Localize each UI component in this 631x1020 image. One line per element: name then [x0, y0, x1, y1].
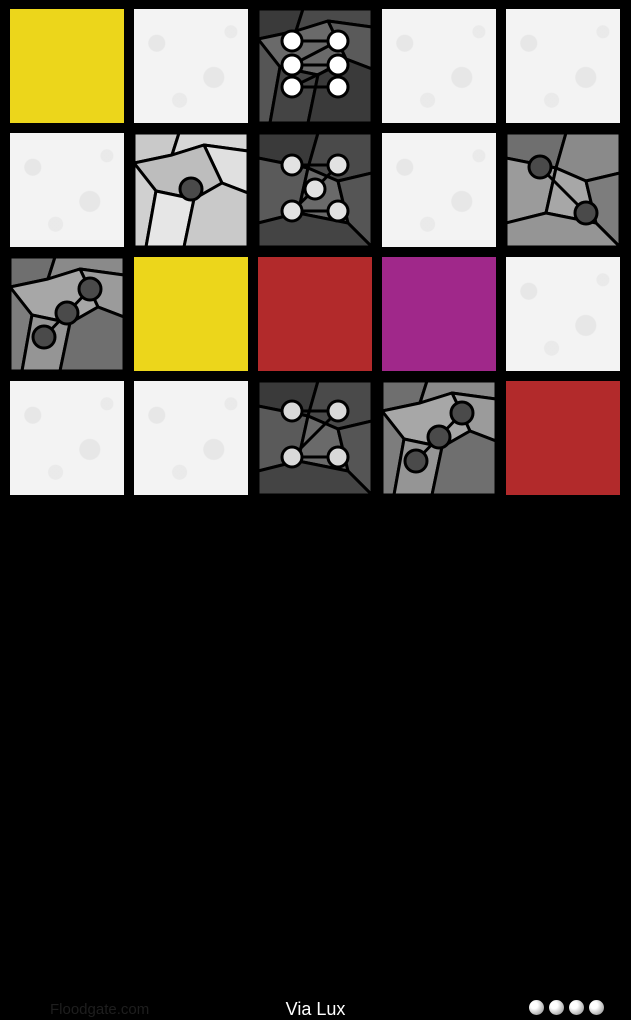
pattern-tile-four-dots[interactable] [258, 381, 372, 495]
tile-white[interactable] [10, 381, 124, 495]
pattern-tile-five-dots[interactable] [258, 133, 372, 247]
stained-glass-pattern [258, 133, 372, 247]
tile-yellow[interactable] [10, 9, 124, 123]
dot-marker [326, 75, 350, 99]
lives-indicator [529, 1000, 604, 1015]
tile-yellow[interactable] [134, 257, 248, 371]
dot-marker [280, 29, 304, 53]
dot-marker [326, 53, 350, 77]
tile-white[interactable] [134, 9, 248, 123]
dot-marker [280, 199, 304, 223]
life-orb-icon [529, 1000, 544, 1015]
pattern-tile-three-dots[interactable] [10, 257, 124, 371]
pattern-tile-three-dots[interactable] [382, 381, 496, 495]
tile-white[interactable] [382, 133, 496, 247]
tile-white[interactable] [506, 257, 620, 371]
dot-marker [31, 324, 57, 350]
footer-bar: Floodgate.com Via Lux [0, 497, 631, 1019]
dot-marker [280, 153, 304, 177]
tile-white[interactable] [134, 381, 248, 495]
dot-marker [403, 448, 429, 474]
stained-glass-pattern [10, 257, 124, 371]
dot-marker [303, 177, 327, 201]
tile-white[interactable] [10, 133, 124, 247]
dot-marker [449, 400, 475, 426]
life-orb-icon [569, 1000, 584, 1015]
dot-marker [280, 53, 304, 77]
pattern-tile-two-dots[interactable] [506, 133, 620, 247]
dot-marker [280, 399, 304, 423]
dot-marker [77, 276, 103, 302]
dot-marker [426, 424, 452, 450]
stained-glass-pattern [258, 9, 372, 123]
dot-marker [326, 445, 350, 469]
dot-marker [326, 199, 350, 223]
dot-marker [326, 153, 350, 177]
stained-glass-pattern [134, 133, 248, 247]
dot-marker [280, 75, 304, 99]
dot-marker [178, 176, 204, 202]
dot-marker [54, 300, 80, 326]
dot-marker [326, 399, 350, 423]
tile-red[interactable] [258, 257, 372, 371]
dot-marker [527, 154, 553, 180]
tile-white[interactable] [382, 9, 496, 123]
game-board [0, 0, 631, 497]
life-orb-icon [589, 1000, 604, 1015]
pattern-tile-one-dot[interactable] [134, 133, 248, 247]
tile-white[interactable] [506, 9, 620, 123]
tile-red[interactable] [506, 381, 620, 495]
stained-glass-pattern [506, 133, 620, 247]
tile-purple[interactable] [382, 257, 496, 371]
dot-marker [573, 200, 599, 226]
dot-marker [326, 29, 350, 53]
dot-marker [280, 445, 304, 469]
stained-glass-pattern [258, 381, 372, 495]
pattern-tile-six-dots[interactable] [258, 9, 372, 123]
life-orb-icon [549, 1000, 564, 1015]
stained-glass-pattern [382, 381, 496, 495]
